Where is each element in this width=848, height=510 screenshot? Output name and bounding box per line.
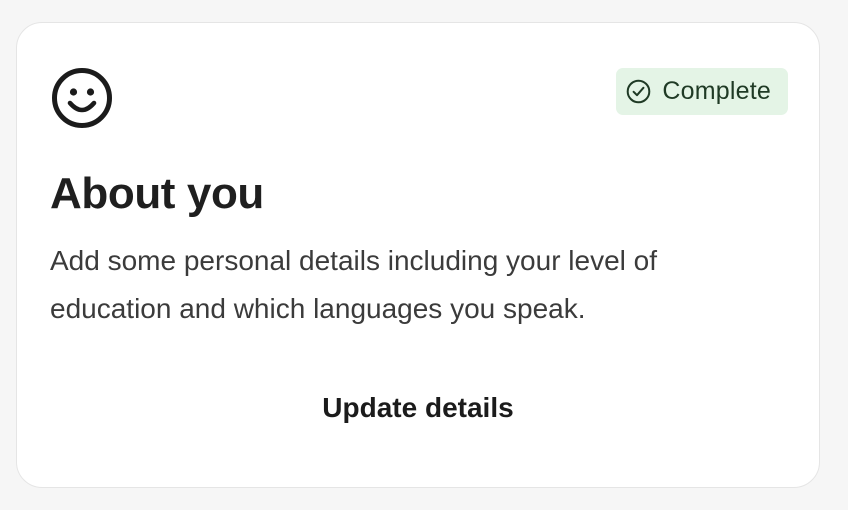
card-description: Add some personal details including your…: [50, 245, 658, 324]
status-label: Complete: [662, 77, 771, 105]
check-circle-icon: [626, 79, 651, 104]
status-badge: Complete: [616, 68, 788, 115]
about-you-card: Complete About you Add some personal det…: [16, 22, 820, 488]
card-title: About you: [50, 169, 264, 218]
update-details-button[interactable]: Update details: [268, 383, 568, 433]
smiley-face-icon: [50, 66, 114, 130]
